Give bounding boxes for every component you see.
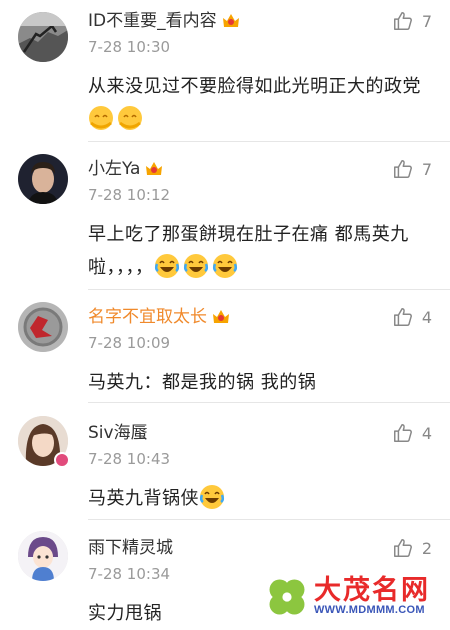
comment-time: 7-28 10:09 <box>88 334 171 352</box>
like-count: 2 <box>421 538 432 558</box>
username[interactable]: Siv海蜃 <box>88 422 148 444</box>
vip-crown-icon <box>146 162 163 175</box>
watermark-title: 大茂名网 <box>314 575 430 606</box>
thumbs-up-icon <box>393 160 412 178</box>
username[interactable]: 名字不宜取太长 <box>88 306 231 328</box>
like-count: 7 <box>421 11 432 31</box>
comment-text: 马英九：都是我的锅 我的锅 <box>88 366 433 399</box>
thumbs-up-icon <box>393 308 412 326</box>
avatar[interactable] <box>18 302 68 352</box>
comment-item: ID不重要_看内容 7-28 10:30 7 从来没见过不要脸得如此光明正大的政… <box>0 10 450 138</box>
username[interactable]: 雨下精灵城 <box>88 537 173 559</box>
comment-text: 从来没见过不要脸得如此光明正大的政党 <box>88 70 433 136</box>
comment-text-content: 实力甩锅 <box>88 603 162 624</box>
comment-text: 马英九背锅侠 <box>88 482 433 515</box>
clover-logo-icon <box>269 579 305 615</box>
comment-time: 7-28 10:34 <box>88 565 171 583</box>
like-button[interactable]: 4 <box>392 306 432 328</box>
comment-text-content: 早上吃了那蛋餅現在肚子在痛 都馬英九啦，，，， <box>88 224 409 278</box>
verified-badge-icon <box>54 452 70 468</box>
avatar[interactable] <box>18 531 68 581</box>
comment-time: 7-28 10:12 <box>88 186 171 204</box>
like-button[interactable]: 2 <box>392 537 432 559</box>
username-text[interactable]: 小左Ya <box>88 159 140 179</box>
avatar[interactable] <box>18 12 68 62</box>
username[interactable]: 小左Ya <box>88 158 164 180</box>
laugh-cry-emoji <box>154 254 179 278</box>
laugh-cry-emoji <box>183 254 208 278</box>
comment-text-content: 从来没见过不要脸得如此光明正大的政党 <box>88 76 421 97</box>
like-count: 7 <box>421 159 432 179</box>
avatar-image <box>18 531 68 581</box>
watermark-url: WWW.MDMMM.COM <box>314 604 425 616</box>
avatar-image <box>18 302 68 352</box>
laugh-cry-emoji <box>212 254 237 278</box>
like-button[interactable]: 7 <box>392 158 432 180</box>
divider <box>88 289 450 290</box>
comment-text-content: 马英九：都是我的锅 我的锅 <box>88 372 317 393</box>
like-count: 4 <box>421 423 432 443</box>
comment-time: 7-28 10:43 <box>88 450 171 468</box>
avatar-image <box>18 154 68 204</box>
comment-text: 早上吃了那蛋餅現在肚子在痛 都馬英九啦，，，， <box>88 218 433 284</box>
thumbs-up-icon <box>393 539 412 557</box>
vip-crown-icon <box>222 14 239 27</box>
like-button[interactable]: 4 <box>392 422 432 444</box>
username-text[interactable]: 雨下精灵城 <box>88 538 173 558</box>
site-watermark: 大茂名网 WWW.MDMMM.COM <box>262 566 448 626</box>
avatar-image <box>18 12 68 62</box>
comment-text-content: 马英九背锅侠 <box>88 488 199 509</box>
username-text[interactable]: Siv海蜃 <box>88 423 148 443</box>
divider <box>88 519 450 520</box>
comment-item: 小左Ya 7-28 10:12 7 早上吃了那蛋餅現在肚子在痛 都馬英九啦，，，… <box>0 154 450 286</box>
bow-emoji <box>118 106 142 130</box>
avatar[interactable] <box>18 154 68 204</box>
username-text[interactable]: 名字不宜取太长 <box>88 307 207 327</box>
like-count: 4 <box>421 307 432 327</box>
thumbs-up-icon <box>393 12 412 30</box>
thumbs-up-icon <box>393 424 412 442</box>
laugh-cry-emoji <box>199 485 225 509</box>
bow-emoji <box>89 106 113 130</box>
divider <box>88 141 450 142</box>
vip-crown-icon <box>213 310 229 323</box>
username[interactable]: ID不重要_看内容 <box>88 10 241 32</box>
like-button[interactable]: 7 <box>392 10 432 32</box>
comment-item: 名字不宜取太长 7-28 10:09 4 马英九：都是我的锅 我的锅 <box>0 302 450 393</box>
comment-item: Siv海蜃 7-28 10:43 4 马英九背锅侠 <box>0 416 450 509</box>
username-text[interactable]: ID不重要_看内容 <box>88 11 217 31</box>
comment-time: 7-28 10:30 <box>88 38 171 56</box>
divider <box>88 402 450 403</box>
